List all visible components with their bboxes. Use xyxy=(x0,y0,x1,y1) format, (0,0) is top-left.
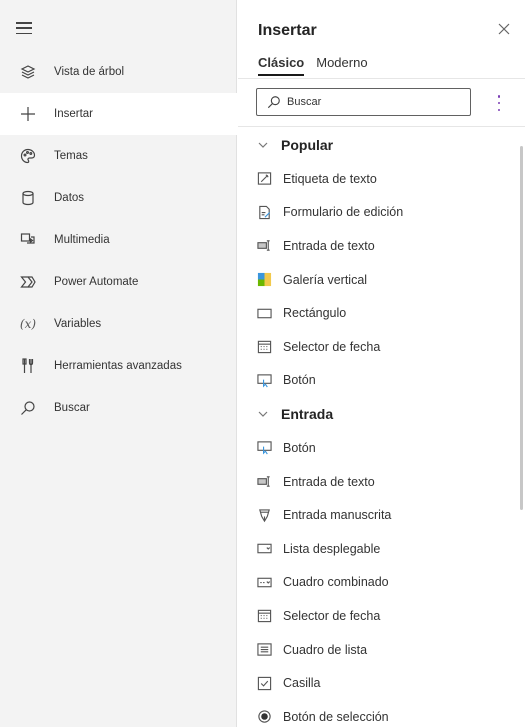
calendar-icon xyxy=(256,339,272,355)
scrollbar[interactable] xyxy=(520,146,523,510)
rail-item-label: Multimedia xyxy=(54,234,110,246)
chevron-down-icon xyxy=(258,142,268,148)
list-item[interactable]: Etiqueta de texto xyxy=(238,162,518,196)
item-label: Cuadro combinado xyxy=(283,575,389,590)
divider xyxy=(238,78,525,79)
rail-item-label: Herramientas avanzadas xyxy=(54,360,182,372)
database-icon xyxy=(17,187,39,209)
button-icon xyxy=(256,372,272,388)
list-item[interactable]: Selector de fecha xyxy=(238,330,518,364)
pen-icon xyxy=(256,507,272,523)
listbox-icon xyxy=(256,642,272,658)
rail-item-data[interactable]: Datos xyxy=(0,177,237,219)
item-label: Botón de selección xyxy=(283,709,389,724)
hamburger-menu-icon[interactable] xyxy=(16,22,32,34)
chevron-down-icon xyxy=(258,411,268,418)
combobox-icon xyxy=(256,574,272,590)
item-label: Entrada manuscrita xyxy=(283,508,392,523)
item-label: Lista desplegable xyxy=(283,541,381,556)
text-input-icon xyxy=(256,474,272,490)
rail-item-label: Variables xyxy=(54,318,102,330)
list-item[interactable]: Rectángulo xyxy=(238,296,518,330)
rail-item-variables[interactable]: (x) Variables xyxy=(0,303,237,345)
palette-icon xyxy=(17,145,39,167)
checkbox-icon xyxy=(256,675,272,691)
rail-item-search[interactable]: Buscar xyxy=(0,387,237,429)
rail-item-media[interactable]: Multimedia xyxy=(0,219,237,261)
plus-icon xyxy=(17,103,39,125)
gallery-icon xyxy=(256,272,272,288)
rail-nav: Vista de árbol Insertar Temas Datos Mult… xyxy=(0,51,238,429)
search-icon xyxy=(267,96,280,109)
list-item[interactable]: Lista desplegable xyxy=(238,532,518,566)
power-automate-icon xyxy=(17,271,39,293)
item-label: Cuadro de lista xyxy=(283,642,368,657)
panel-title: Insertar xyxy=(258,22,317,39)
insert-panel: Insertar Clásico Moderno Popular Etiquet… xyxy=(238,0,525,727)
rail-item-power-automate[interactable]: Power Automate xyxy=(0,261,237,303)
item-label: Selector de fecha xyxy=(283,339,381,354)
tools-icon xyxy=(17,355,39,377)
item-label: Selector de fecha xyxy=(283,608,381,623)
list-item[interactable]: Cuadro combinado xyxy=(238,566,518,600)
group-header-input[interactable]: Entrada xyxy=(238,397,518,431)
search-box[interactable] xyxy=(256,88,471,116)
rail-item-tree-view[interactable]: Vista de árbol xyxy=(0,51,237,93)
item-label: Etiqueta de texto xyxy=(283,171,377,186)
rail-item-label: Power Automate xyxy=(54,276,139,288)
more-options-icon[interactable] xyxy=(496,95,502,111)
item-label: Botón xyxy=(283,440,316,455)
layers-icon xyxy=(17,61,39,83)
variable-icon: (x) xyxy=(17,313,39,335)
radio-icon xyxy=(256,709,272,725)
label-icon xyxy=(256,171,272,187)
rail-item-advanced-tools[interactable]: Herramientas avanzadas xyxy=(0,345,237,387)
text-input-icon xyxy=(256,238,272,254)
item-label: Entrada de texto xyxy=(283,474,375,489)
item-label: Botón xyxy=(283,373,316,388)
item-label: Rectángulo xyxy=(283,306,347,321)
group-label: Popular xyxy=(281,137,334,153)
form-icon xyxy=(256,204,272,220)
search-icon xyxy=(17,397,39,419)
group-label: Entrada xyxy=(281,406,334,423)
rectangle-icon xyxy=(256,305,272,321)
rail-item-insert[interactable]: Insertar xyxy=(0,93,238,135)
list-item[interactable]: Entrada de texto xyxy=(238,465,518,499)
group-header-popular[interactable]: Popular xyxy=(238,128,518,162)
list-item[interactable]: Entrada manuscrita xyxy=(238,498,518,532)
list-item[interactable]: Botón de selección xyxy=(238,700,518,727)
item-label: Formulario de edición xyxy=(283,205,404,220)
list-item[interactable]: Botón xyxy=(238,431,518,465)
item-label: Galería vertical xyxy=(283,272,368,287)
variable-glyph: (x) xyxy=(19,317,37,331)
tab-bar: Clásico Moderno xyxy=(258,55,368,76)
search-input[interactable] xyxy=(287,96,457,108)
item-label: Casilla xyxy=(283,676,321,691)
control-list: Popular Etiqueta de texto Formulario de … xyxy=(238,128,518,727)
divider xyxy=(238,126,525,127)
item-label: Entrada de texto xyxy=(283,238,375,253)
close-icon[interactable] xyxy=(495,20,513,38)
tab-modern[interactable]: Moderno xyxy=(316,55,367,76)
calendar-icon xyxy=(256,608,272,624)
button-icon xyxy=(256,440,272,456)
rail-item-label: Datos xyxy=(54,192,85,204)
rail-item-themes[interactable]: Temas xyxy=(0,135,237,177)
rail-item-label: Buscar xyxy=(54,402,90,414)
media-icon xyxy=(17,229,39,251)
list-item[interactable]: Entrada de texto xyxy=(238,229,518,263)
list-item[interactable]: Cuadro de lista xyxy=(238,633,518,667)
dropdown-icon xyxy=(256,541,272,557)
rail-item-label: Vista de árbol xyxy=(54,66,125,78)
tab-classic[interactable]: Clásico xyxy=(258,55,305,76)
list-item[interactable]: Casilla xyxy=(238,666,518,700)
left-rail: Vista de árbol Insertar Temas Datos Mult… xyxy=(0,0,238,727)
list-item[interactable]: Selector de fecha xyxy=(238,599,518,633)
list-item[interactable]: Formulario de edición xyxy=(238,196,518,230)
rail-item-label: Insertar xyxy=(54,108,93,120)
rail-item-label: Temas xyxy=(54,150,88,162)
list-item[interactable]: Galería vertical xyxy=(238,263,518,297)
list-item[interactable]: Botón xyxy=(238,364,518,398)
